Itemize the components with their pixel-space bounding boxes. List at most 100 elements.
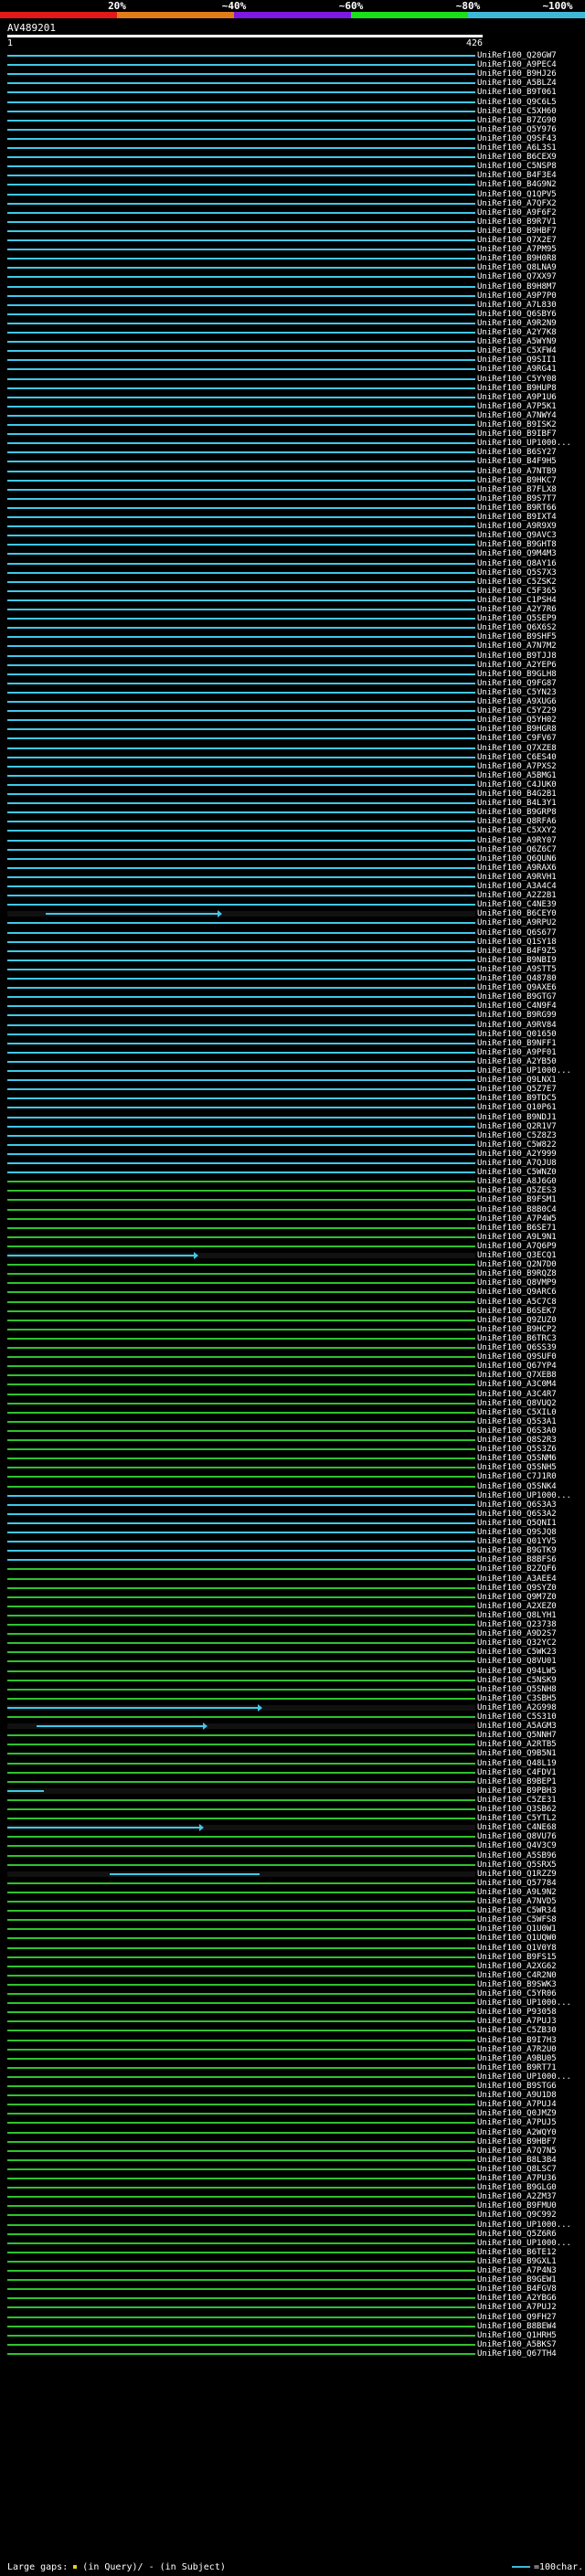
hit-label[interactable]: UniRef100_A2ZM37 [477,2192,557,2201]
hit-label[interactable]: UniRef100_Q5S3A1 [477,1417,557,1426]
hit-line[interactable] [7,1070,475,1072]
hit-line[interactable] [7,1014,475,1017]
hit-label[interactable]: UniRef100_B9PBH3 [477,1786,557,1796]
hit-row[interactable]: UniRef100_B6TE12 [0,2248,585,2257]
hit-label[interactable]: UniRef100_C5XH60 [477,107,557,116]
hit-line[interactable] [7,1060,475,1063]
hit-line[interactable] [7,119,475,122]
hit-line[interactable] [7,2214,475,2217]
hit-line[interactable] [7,1624,475,1626]
hit-label[interactable]: UniRef100_B4FGV8 [477,2284,557,2294]
hit-row[interactable]: UniRef100_A3C0M4 [0,1380,585,1389]
hit-line[interactable] [7,1946,475,1949]
hit-label[interactable]: UniRef100_A2G998 [477,1703,557,1712]
hit-label[interactable]: UniRef100_C5YN23 [477,688,557,697]
hit-line[interactable] [7,1798,475,1801]
hit-line[interactable] [7,571,475,574]
hit-label[interactable]: UniRef100_B9RT66 [477,504,557,513]
hit-label[interactable]: UniRef100_C5WR34 [477,1906,557,1915]
hit-row[interactable]: UniRef100_A9RY07 [0,836,585,845]
hit-line[interactable] [7,2131,475,2134]
hit-row[interactable]: UniRef100_A7PUJ2 [0,2303,585,2312]
hit-line[interactable] [7,258,475,260]
hit-row[interactable]: UniRef100_B9HKC7 [0,476,585,485]
hit-line[interactable] [7,1255,194,1256]
hit-row[interactable]: UniRef100_B8BEW4 [0,2322,585,2331]
hit-row[interactable]: UniRef100_Q8AY16 [0,559,585,568]
hit-line[interactable] [7,1670,475,1672]
hit-line[interactable] [7,811,475,814]
hit-line[interactable] [7,701,475,703]
hit-label[interactable]: UniRef100_A6L3S1 [477,143,557,153]
hit-label[interactable]: UniRef100_Q9SJQ8 [477,1528,557,1537]
hit-label[interactable]: UniRef100_C9FV67 [477,734,557,743]
hit-label[interactable]: UniRef100_B8BEW4 [477,2322,557,2331]
hit-line[interactable] [7,1512,475,1515]
hit-row[interactable]: UniRef100_A9L9N2 [0,1888,585,1897]
hit-label[interactable]: UniRef100_Q8LSC7 [477,2165,557,2174]
hit-line[interactable] [7,1208,475,1211]
hit-row[interactable]: UniRef100_A2Y7R6 [0,605,585,614]
hit-row[interactable]: UniRef100_A7PM95 [0,245,585,254]
hit-label[interactable]: UniRef100_C4NE68 [477,1823,557,1832]
hit-row[interactable]: UniRef100_B4G2B1 [0,790,585,799]
hit-label[interactable]: UniRef100_A8J6G0 [477,1177,557,1186]
hit-row[interactable]: UniRef100_B9I7H3 [0,2036,585,2045]
hit-row[interactable]: UniRef100_B9S7T7 [0,494,585,504]
hit-row[interactable]: UniRef100_Q5Y976 [0,125,585,134]
hit-row[interactable]: UniRef100_A9STT5 [0,965,585,974]
hit-label[interactable]: UniRef100_B9HUP8 [477,384,557,393]
hit-label[interactable]: UniRef100_B9GTG7 [477,992,557,1002]
hit-label[interactable]: UniRef100_Q5SRX5 [477,1860,557,1870]
hit-line[interactable] [7,488,475,491]
hit-line[interactable] [7,433,475,436]
hit-row[interactable]: UniRef100_A9RVH1 [0,873,585,882]
hit-line[interactable] [7,2104,475,2106]
hit-line[interactable] [7,1448,475,1451]
hit-row[interactable]: UniRef100_Q10P61 [0,1103,585,1112]
hit-label[interactable]: UniRef100_B9HCP2 [477,1325,557,1334]
hit-label[interactable]: UniRef100_A9R9X9 [477,522,557,531]
hit-label[interactable]: UniRef100_B9H0R8 [477,254,557,263]
hit-label[interactable]: UniRef100_B9IXT4 [477,513,557,522]
hit-label[interactable]: UniRef100_B9H8M7 [477,282,557,292]
hit-line[interactable] [7,184,475,186]
hit-row[interactable]: UniRef100_Q67TH4 [0,2349,585,2359]
hit-label[interactable]: UniRef100_B9RG99 [477,1011,557,1020]
hit-row[interactable]: UniRef100_B9STG6 [0,2082,585,2091]
hit-line[interactable] [7,55,475,57]
hit-label[interactable]: UniRef100_B9HBF7 [477,2137,557,2147]
hit-row[interactable]: UniRef100_A9RG41 [0,365,585,374]
hit-line[interactable] [7,2288,475,2291]
hit-label[interactable]: UniRef100_A7P5K1 [477,402,557,411]
hit-row[interactable]: UniRef100_B9GXL1 [0,2257,585,2266]
hit-row[interactable]: UniRef100_Q2N7D0 [0,1260,585,1269]
hit-line[interactable] [7,1605,475,1607]
hit-label[interactable]: UniRef100_C5ZB30 [477,2026,557,2035]
hit-label[interactable]: UniRef100_Q8LNA9 [477,263,557,272]
hit-row[interactable]: UniRef100_B9GTG7 [0,992,585,1002]
hit-label[interactable]: UniRef100_C4FDV1 [477,1768,557,1777]
hit-label[interactable]: UniRef100_Q6Z6C7 [477,845,557,854]
hit-line[interactable] [7,1107,475,1109]
hit-label[interactable]: UniRef100_B4F9H5 [477,457,557,466]
hit-row[interactable]: UniRef100_C3SBH5 [0,1694,585,1703]
hit-line[interactable] [7,996,475,999]
hit-row[interactable]: UniRef100_Q9M7Z0 [0,1593,585,1602]
hit-row[interactable]: UniRef100_B4F3E4 [0,171,585,180]
hit-label[interactable]: UniRef100_Q5SNH5 [477,1463,557,1472]
hit-line[interactable] [7,987,475,990]
hit-line[interactable] [7,1429,475,1432]
hit-label[interactable]: UniRef100_Q5S7X3 [477,568,557,578]
hit-row[interactable]: UniRef100_Q9AXE6 [0,983,585,992]
hit-label[interactable]: UniRef100_C5XFW4 [477,346,557,355]
hit-line[interactable] [7,220,475,223]
hit-label[interactable]: UniRef100_Q48L19 [477,1759,557,1768]
hit-line[interactable] [7,682,475,684]
hit-row[interactable]: UniRef100_A2XEZ0 [0,1602,585,1611]
hit-row[interactable]: UniRef100_Q01YV5 [0,1537,585,1546]
hit-line[interactable] [7,1199,475,1202]
hit-label[interactable]: UniRef100_A9L9N1 [477,1233,557,1242]
hit-line[interactable] [7,627,475,630]
hit-label[interactable]: UniRef100_A9U1D8 [477,2091,557,2100]
